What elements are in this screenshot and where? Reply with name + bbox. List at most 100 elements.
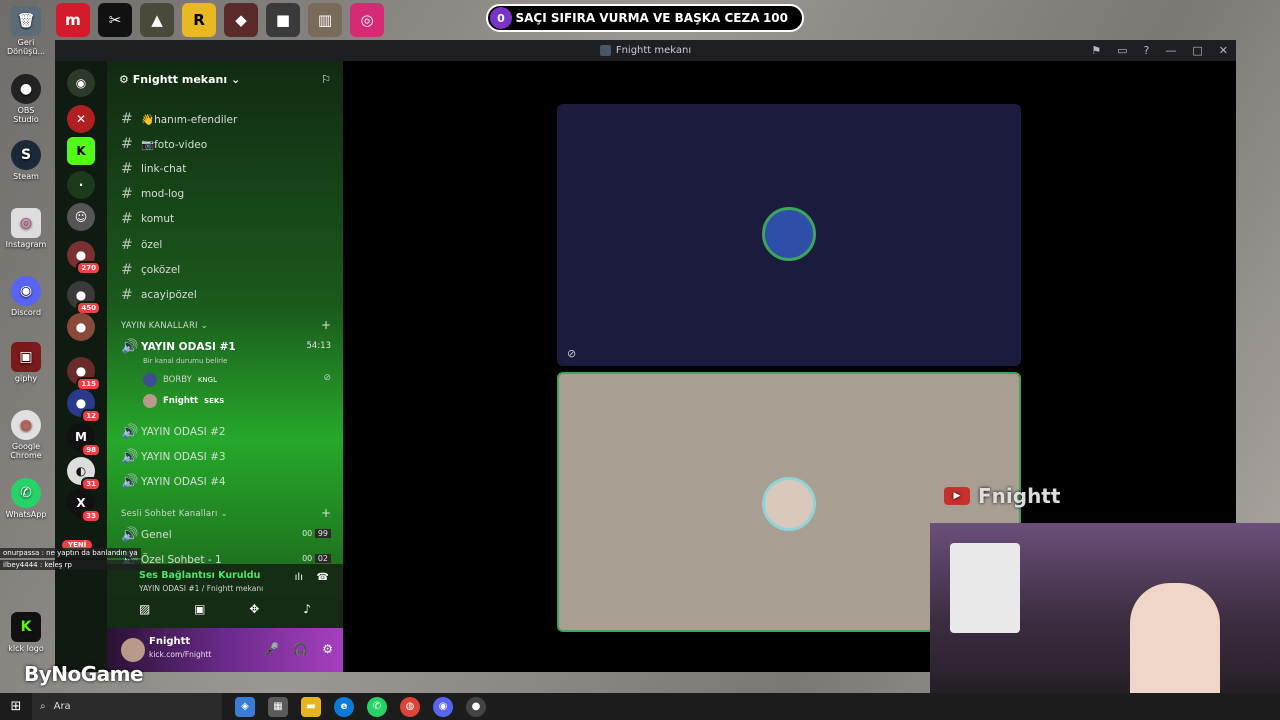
whatsapp-icon[interactable]: ✆ WhatsApp [4,478,48,519]
mute-icon: ⊘ [323,373,331,383]
disconnect-icon[interactable]: ☎ [317,572,329,583]
flag-icon[interactable]: ⚑ [1091,44,1101,57]
guild-badge: 12 [81,409,101,423]
minimize-button[interactable]: — [1165,44,1176,57]
edge-icon[interactable]: e [334,696,354,717]
instagram-dock-icon[interactable]: ◎ [350,3,384,37]
participant-avatar [762,477,816,531]
guild-icon[interactable]: ● [67,313,95,341]
activities-icon[interactable]: ✥ [249,602,259,616]
channel-item[interactable]: # çoközel [121,262,180,278]
channel-status-hint[interactable]: Bir kanal durumu belirle [143,357,227,365]
mcdonalds-app-icon[interactable]: m [56,3,90,37]
voice-channel[interactable]: 🔊 YAYIN ODASI #4 [121,474,226,490]
help-icon[interactable]: ? [1144,44,1150,57]
maximize-button[interactable]: □ [1192,44,1202,57]
guild-icon[interactable]: ● 12 [67,389,101,423]
voice-connection-location[interactable]: YAYIN ODASI #1 / Fnightt mekanı [139,584,263,593]
game-app-icon[interactable]: ▲ [140,3,174,37]
prediction-right-value: 100 [762,11,788,25]
game2-app-icon[interactable]: ◆ [224,3,258,37]
channel-item[interactable]: # 👋hanım-efendiler [121,111,237,127]
microphone-icon[interactable]: 🎤 [264,642,279,656]
channel-item[interactable]: # komut [121,211,174,227]
kick-logo-icon[interactable]: Kkick logo [4,612,48,653]
obs-taskbar-icon[interactable]: ● [466,696,486,717]
chrome-icon[interactable]: ◍ Google Chrome [4,410,48,460]
guild-icon[interactable]: M 98 [67,423,101,457]
add-channel-icon[interactable]: + [321,506,331,520]
hash-icon: # [121,186,133,202]
voice-user[interactable]: BORBY KNGL [143,373,217,387]
guild-icon[interactable]: ● 115 [67,357,101,391]
channel-item[interactable]: # özel [121,237,162,253]
channel-item[interactable]: # 📷foto-video [121,136,207,152]
noise-icon[interactable]: ılı [295,572,303,583]
mute-icon: ⊘ [567,347,577,360]
participant-avatar [762,207,816,261]
guild-kick-icon[interactable]: K [67,137,95,165]
user-status: kick.com/Fnightt [149,650,212,659]
game3-app-icon[interactable]: ■ [266,3,300,37]
discord-home-icon[interactable]: ◉ [67,69,95,97]
guild-icon[interactable]: ✕ [67,105,95,133]
add-channel-icon[interactable]: + [321,318,331,332]
obs-studio-icon[interactable]: ● OBS Studio [4,74,48,124]
voice-channel[interactable]: 🔊 Genel [121,527,172,543]
voice-user[interactable]: Fnightt SEKS [143,394,224,408]
username: Fnightt [149,636,191,647]
guild-icon[interactable]: ● 270 [67,241,101,275]
voice-channel-active[interactable]: 🔊 YAYIN ODASI #1 [121,339,236,355]
copilot-icon[interactable]: ◈ [235,696,255,717]
chat-message: ilbey4444 : keleş rp [0,560,141,570]
voice-channel[interactable]: 🔊 YAYIN ODASI #3 [121,449,226,465]
channel-item[interactable]: # acayipözel [121,287,197,303]
store-icon[interactable]: ▦ [268,696,288,717]
recycle-bin-icon[interactable]: 🗑 Geri Dönüşü... [4,6,48,56]
hash-icon: # [121,211,133,227]
photo-app-icon[interactable]: ▥ [308,3,342,37]
channel-item[interactable]: # mod-log [121,186,184,202]
top-app-dock: m ✂ ▲ R ◆ ■ ▥ ◎ [56,0,384,40]
voice-channel[interactable]: 🔊 YAYIN ODASI #2 [121,424,226,440]
windows-start-icon[interactable]: ⊞ [0,699,32,714]
steam-icon[interactable]: S Steam [4,140,48,181]
soundboard-icon[interactable]: ♪ [303,602,311,616]
guild-icon[interactable]: X 33 [67,489,101,523]
giphy-icon[interactable]: ▣ giphy [4,342,48,383]
headphones-icon[interactable]: 🎧 [293,642,308,656]
guild-icon[interactable]: ☺ [67,203,95,231]
avatar [121,638,145,662]
taskbar-search[interactable]: ⌕ Ara [32,693,222,720]
guild-icon[interactable]: · [67,171,95,199]
window-title: Fnightt mekanı [615,45,692,56]
discord-icon[interactable]: ◉ Discord [4,276,48,317]
guild-icon[interactable]: ● 450 [67,281,101,315]
channel-item[interactable]: # link-chat [121,161,186,177]
jersey-on-wall [950,543,1020,633]
youtube-channel-name: Fnightt [978,484,1061,508]
category-stream[interactable]: YAYIN KANALLARI ⌄ [121,321,208,331]
participant-tile[interactable]: ⊘ [557,104,1021,366]
screen-share-icon[interactable]: ▣ [194,602,205,616]
guild-badge: 33 [81,509,101,523]
close-button[interactable]: ✕ [1219,44,1228,57]
server-icon [599,45,611,56]
discord-taskbar-icon[interactable]: ◉ [433,696,453,717]
webcam-overlay [930,523,1280,720]
camera-off-icon[interactable]: ▨ [139,602,150,616]
category-voice-chat[interactable]: Sesli Sohbet Kanalları ⌄ [121,509,228,519]
whatsapp-taskbar-icon[interactable]: ✆ [367,696,387,717]
speaker-icon: 🔊 [121,527,139,543]
rockstar-app-icon[interactable]: R [182,3,216,37]
server-header[interactable]: ⚙ Fnightt mekanı ⌄ ⚐ [107,61,343,97]
instagram-icon[interactable]: ◎ Instagram [4,208,48,249]
chrome-taskbar-icon[interactable]: ◍ [400,696,420,717]
folder-icon[interactable]: ▬ [301,696,321,717]
chat-message: onurpassa : ne yaptın da banlandın ya [0,548,141,558]
guild-icon[interactable]: ◐ 31 [67,457,101,491]
inbox-icon[interactable]: ▭ [1117,44,1127,57]
invite-icon[interactable]: ⚐ [321,73,331,86]
gear-icon[interactable]: ⚙ [322,642,333,656]
capcut-app-icon[interactable]: ✂ [98,3,132,37]
